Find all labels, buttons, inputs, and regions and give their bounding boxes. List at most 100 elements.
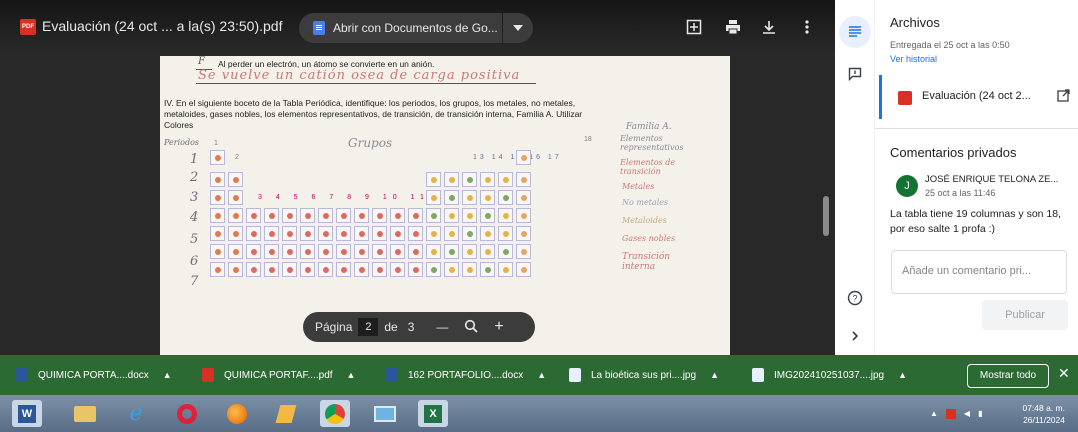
element-cell [462, 172, 477, 187]
page-number-input[interactable]: 2 [358, 318, 379, 336]
notification-icon[interactable] [945, 408, 956, 419]
clock-date: 26/11/2024 [1023, 415, 1065, 425]
element-cell [516, 226, 531, 241]
page-total: 3 [407, 320, 415, 334]
download-item[interactable]: 162 PORTAFOLIO....docx ▲ [386, 355, 546, 395]
element-dot [215, 177, 221, 183]
print-icon[interactable] [722, 16, 744, 38]
show-all-button[interactable]: Mostrar todo [967, 364, 1049, 388]
private-comment-input[interactable]: Añade un comentario pri... [891, 250, 1067, 294]
period-4: 4 [190, 210, 199, 225]
google-docs-icon [313, 21, 325, 35]
more-options-icon[interactable] [796, 16, 818, 38]
download-item[interactable]: La bioética sus pri....jpg ▲ [569, 355, 719, 395]
firefox-icon[interactable] [222, 400, 252, 427]
download-icon[interactable] [758, 16, 780, 38]
element-cell [462, 244, 477, 259]
element-cell [480, 208, 495, 223]
show-hidden-icons-icon[interactable]: ▲ [930, 409, 938, 418]
word-app-icon[interactable]: W [12, 400, 42, 427]
element-dot [449, 177, 455, 183]
element-cell [246, 262, 261, 277]
volume-icon[interactable]: ◀ [964, 409, 970, 418]
element-dot [287, 231, 293, 237]
pdf-page: F Al perder un electrón, un átomo se con… [160, 48, 730, 355]
chevron-right-icon[interactable] [839, 320, 871, 352]
word-file-icon [16, 368, 28, 382]
element-cell [246, 226, 261, 241]
comment-timestamp: 25 oct a las 11:46 [925, 188, 996, 198]
period-2: 2 [190, 170, 199, 185]
open-with-button[interactable]: Abrir con Documentos de Go... [299, 13, 502, 43]
viewer-toolbar: PDF Evaluación (24 oct ... a la(s) 23:50… [0, 0, 835, 56]
system-clock[interactable]: 07:48 a. m. 26/11/2024 [1010, 402, 1065, 426]
element-cell [282, 262, 297, 277]
close-icon[interactable]: ✕ [1058, 365, 1070, 382]
element-dot [467, 231, 473, 237]
page-of-label: de [384, 320, 398, 334]
files-panel-icon[interactable] [839, 16, 871, 48]
element-dot [251, 249, 257, 255]
download-item[interactable]: IMG202410251037....jpg ▲ [752, 355, 907, 395]
element-dot [431, 231, 437, 237]
element-cell [426, 172, 441, 187]
open-with-menu-button[interactable] [503, 13, 533, 43]
file-explorer-icon[interactable] [70, 400, 100, 427]
element-cell [246, 208, 261, 223]
opera-icon[interactable] [172, 400, 202, 427]
element-dot [413, 249, 419, 255]
svg-text:?: ? [852, 294, 857, 304]
element-cell [498, 244, 513, 259]
network-icon[interactable]: ▮ [978, 409, 982, 418]
viewer-scrollbar[interactable] [823, 196, 829, 236]
chevron-up-icon[interactable]: ▲ [710, 370, 719, 380]
element-dot [521, 155, 527, 161]
paint-app-icon[interactable] [271, 400, 301, 427]
element-cell [444, 208, 459, 223]
element-dot [215, 267, 221, 273]
open-external-icon[interactable] [1057, 89, 1070, 107]
internet-explorer-icon[interactable]: e [121, 400, 151, 427]
zoom-out-button[interactable]: — [436, 320, 448, 334]
element-cell [516, 262, 531, 277]
download-item-name: 162 PORTAFOLIO....docx [408, 369, 524, 381]
post-button[interactable]: Publicar [982, 300, 1068, 330]
chrome-icon[interactable] [320, 400, 350, 427]
group-1-label: 1 [214, 140, 218, 147]
image-file-icon [569, 368, 581, 382]
download-item-name: QUIMICA PORTAF....pdf [224, 369, 333, 381]
element-dot [485, 195, 491, 201]
element-cell [318, 262, 333, 277]
element-cell [372, 244, 387, 259]
zoom-icon[interactable] [464, 319, 479, 336]
chevron-up-icon[interactable]: ▲ [898, 370, 907, 380]
element-cell [426, 244, 441, 259]
help-icon[interactable]: ? [839, 282, 871, 314]
side-panel: Archivos Entregada el 25 oct a las 0:50 … [875, 0, 1078, 355]
element-dot [323, 213, 329, 219]
excel-app-icon[interactable]: X [418, 400, 448, 427]
zoom-in-button[interactable]: + [494, 318, 503, 336]
download-item[interactable]: QUIMICA PORTA....docx ▲ [16, 355, 172, 395]
comments-panel-icon[interactable] [839, 58, 871, 90]
element-cell [210, 190, 225, 205]
element-cell [354, 262, 369, 277]
element-dot [395, 213, 401, 219]
chevron-up-icon[interactable]: ▲ [537, 370, 546, 380]
element-cell [444, 244, 459, 259]
add-comment-icon[interactable] [683, 16, 705, 38]
view-history-link[interactable]: Ver historial [890, 54, 937, 64]
element-cell [300, 262, 315, 277]
element-cell [300, 208, 315, 223]
element-dot [215, 195, 221, 201]
photos-app-icon[interactable] [370, 400, 400, 427]
element-dot [413, 231, 419, 237]
download-item[interactable]: QUIMICA PORTAF....pdf ▲ [202, 355, 355, 395]
element-dot [251, 213, 257, 219]
image-file-icon [752, 368, 764, 382]
chevron-up-icon[interactable]: ▲ [347, 370, 356, 380]
attached-file[interactable]: Evaluación (24 oct 2... [879, 75, 1074, 119]
q4-line-2: metaloides, gases nobles, los elementos … [164, 109, 583, 119]
chevron-up-icon[interactable]: ▲ [163, 370, 172, 380]
element-dot [503, 249, 509, 255]
